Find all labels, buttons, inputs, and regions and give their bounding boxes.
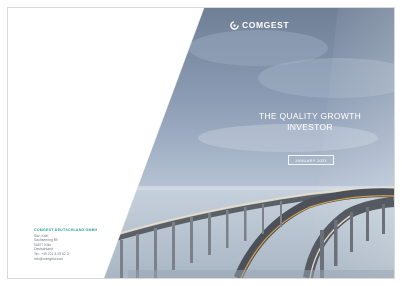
headline-line-1: THE QUALITY GROWTH xyxy=(258,111,362,121)
headline-line-2: INVESTOR xyxy=(287,122,333,132)
brand-name: COMGEST xyxy=(242,20,290,30)
contact-title: COMGEST DEUTSCHLAND GMBH xyxy=(34,228,98,232)
cover-headline: THE QUALITY GROWTH INVESTOR xyxy=(240,111,380,133)
contact-block: COMGEST DEUTSCHLAND GMBH Sitz: Köln Sach… xyxy=(34,228,124,261)
brochure-page: COMGEST THE QUALITY GROWTH INVESTOR JANU… xyxy=(0,0,402,286)
comgest-swirl-icon xyxy=(230,20,239,30)
brand-logo: COMGEST xyxy=(230,20,289,30)
brochure-cover-spread: COMGEST THE QUALITY GROWTH INVESTOR JANU… xyxy=(7,7,395,279)
date-label: JANUARY 2021 xyxy=(288,155,334,165)
contact-line: info@comgest.com xyxy=(34,256,64,261)
